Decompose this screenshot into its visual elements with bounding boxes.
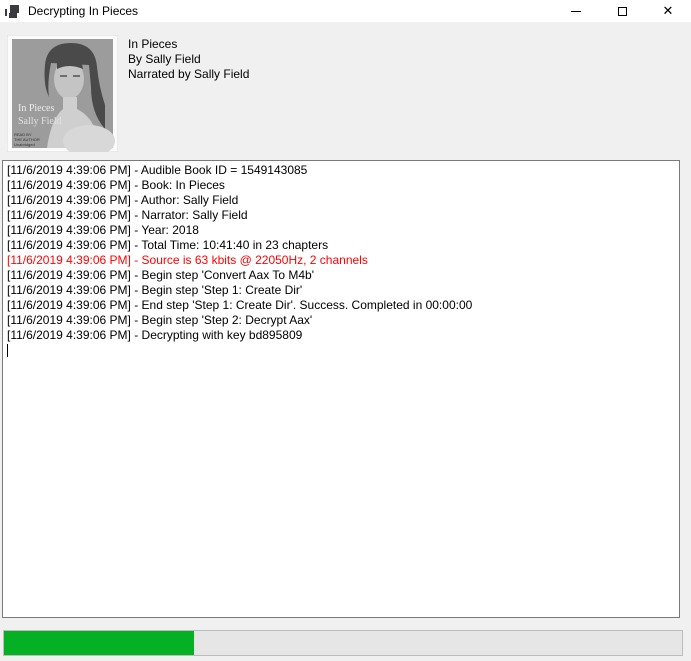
log-line: [11/6/2019 4:39:06 PM] - Narrator: Sally… (7, 208, 679, 223)
progress-bar (3, 630, 683, 656)
cover-title: In Pieces (18, 103, 54, 114)
log-line: [11/6/2019 4:39:06 PM] - Decrypting with… (7, 328, 679, 343)
log-line: [11/6/2019 4:39:06 PM] - Book: In Pieces (7, 178, 679, 193)
log-line: [11/6/2019 4:39:06 PM] - End step 'Step … (7, 298, 679, 313)
log-line: [11/6/2019 4:39:06 PM] - Begin step 'Ste… (7, 313, 679, 328)
book-title: In Pieces (128, 37, 249, 52)
maximize-button[interactable] (599, 0, 645, 22)
log-line: [11/6/2019 4:39:06 PM] - Begin step 'Con… (7, 268, 679, 283)
book-author: By Sally Field (128, 52, 249, 67)
minimize-button[interactable] (553, 0, 599, 22)
close-button[interactable]: ✕ (645, 0, 691, 22)
log-line: [11/6/2019 4:39:06 PM] - Audible Book ID… (7, 163, 679, 178)
window-title: Decrypting In Pieces (28, 4, 138, 18)
caption-buttons: ✕ (553, 0, 691, 22)
text-caret (7, 344, 8, 357)
log-line: [11/6/2019 4:39:06 PM] - Author: Sally F… (7, 193, 679, 208)
book-narrator: Narrated by Sally Field (128, 67, 249, 82)
log-line: [11/6/2019 4:39:06 PM] - Begin step 'Ste… (7, 283, 679, 298)
book-cover-image: In Pieces Sally Field READ BY THE AUTHOR… (7, 35, 118, 152)
app-icon-shape (10, 5, 19, 13)
app-icon-shape (9, 13, 17, 18)
close-icon: ✕ (663, 5, 674, 18)
cover-badge: Unabridged (14, 142, 35, 147)
title-bar[interactable]: Decrypting In Pieces ✕ (0, 0, 691, 22)
log-line: [11/6/2019 4:39:06 PM] - Total Time: 10:… (7, 238, 679, 253)
log-line: [11/6/2019 4:39:06 PM] - Source is 63 kb… (7, 253, 679, 268)
app-icon[interactable] (5, 5, 19, 18)
app-window: Decrypting In Pieces ✕ (0, 0, 691, 661)
maximize-icon (618, 7, 627, 16)
progress-bar-fill (4, 631, 194, 655)
log-textbox[interactable]: [11/6/2019 4:39:06 PM] - Audible Book ID… (2, 160, 680, 618)
cover-author: Sally Field (18, 116, 62, 127)
app-icon-shape (5, 9, 7, 16)
book-info: In Pieces By Sally Field Narrated by Sal… (128, 37, 249, 82)
minimize-icon (571, 11, 581, 12)
log-line: [11/6/2019 4:39:06 PM] - Year: 2018 (7, 223, 679, 238)
